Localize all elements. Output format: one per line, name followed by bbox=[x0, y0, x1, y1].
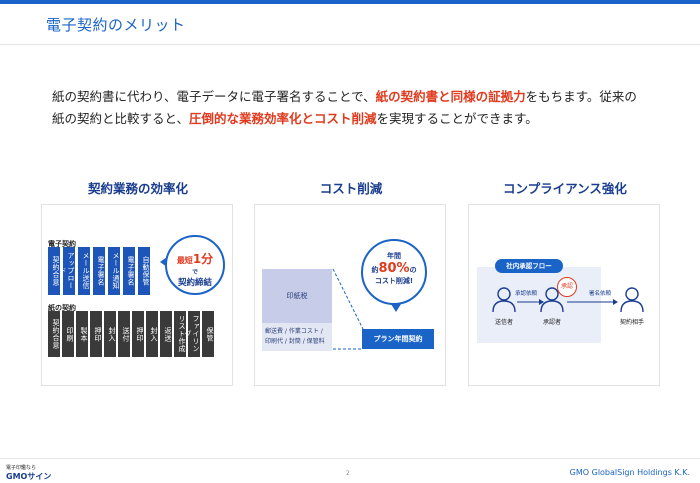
lead-text-2: をもちます。従来の bbox=[525, 89, 637, 104]
lead-text-4: を実現することができます。 bbox=[376, 111, 538, 126]
paper-step-tag: 封入 bbox=[104, 311, 116, 357]
column-title-efficiency: 契約業務の効率化 bbox=[87, 181, 188, 196]
annual-plan-bar: プラン年間契約 bbox=[362, 329, 434, 349]
lead-highlight-2: 圧倒的な業務効率化とコスト削減 bbox=[189, 111, 377, 126]
bubble-contract-signed: 契約締結 bbox=[177, 278, 212, 288]
sender-label: 送信者 bbox=[494, 319, 513, 326]
column-title-compliance: コンプライアンス強化 bbox=[503, 181, 627, 196]
internal-approval-flow-label: 社内承認フロー bbox=[495, 259, 563, 273]
top-accent-bar bbox=[0, 0, 700, 4]
other-costs-line-2: 印刷代 / 封筒 / 保管料 bbox=[265, 338, 325, 345]
paper-step-tag: 送付 bbox=[118, 311, 130, 357]
page-title-area: 電子契約のメリット bbox=[38, 14, 186, 35]
column-title-cost: コスト削減 bbox=[319, 181, 383, 196]
paper-step-tag: 押印 bbox=[132, 311, 144, 357]
bubble-annual: 年間 bbox=[387, 252, 401, 260]
signature-request-label: 署名依頼 bbox=[589, 291, 612, 297]
gmo-sign-logo: GMOサイン bbox=[6, 472, 52, 481]
lead-paragraph: 紙の契約書に代わり、電子データに電子署名することで、紙の契約書と同様の証拠力をも… bbox=[52, 86, 662, 130]
bubble-80-percent: 80% bbox=[378, 261, 410, 276]
logo-tagline: 電子印鑑なら bbox=[6, 465, 37, 471]
paper-step-tag: 押印 bbox=[90, 311, 102, 357]
electronic-step-tag: アップロード bbox=[59, 247, 75, 295]
stamp-tax-box: 印紙税 bbox=[262, 269, 332, 323]
other-costs-box: 郵送費 / 作業コスト / 印刷代 / 封筒 / 保管料 bbox=[262, 323, 332, 351]
electronic-step-tag: 電子署名 bbox=[93, 247, 105, 295]
paper-step-tag: 封入 bbox=[146, 311, 158, 357]
title-divider bbox=[0, 44, 700, 45]
paper-step-tag: 保管 bbox=[202, 311, 214, 357]
bubble-tail bbox=[391, 304, 401, 312]
sender-person-icon bbox=[492, 287, 516, 313]
cost-card: 印紙税 郵送費 / 作業コスト / 印刷代 / 封筒 / 保管料 プラン年間契約… bbox=[254, 204, 446, 386]
approval-stamp-icon: 承認 bbox=[557, 277, 577, 297]
counterparty-label: 契約相手 bbox=[619, 319, 644, 326]
approval-request-label: 承認依頼 bbox=[515, 291, 538, 297]
compliance-card: 社内承認フロー 承認依頼 署名依頼 承認 送信者 承認者 契約相手 bbox=[468, 204, 660, 386]
bubble-1min: 1分 bbox=[192, 252, 214, 266]
electronic-step-tag: 電子署名 bbox=[123, 247, 135, 295]
cost-reduction-bubble: 年間 約80%の コスト削減! bbox=[361, 239, 427, 305]
paper-step-tag: ファイリング bbox=[184, 311, 200, 357]
bubble-shortest: 最短 bbox=[176, 256, 193, 265]
shortest-1min-bubble: 最短1分 で 契約締結 bbox=[165, 235, 225, 295]
paper-step-tag: 製本 bbox=[76, 311, 88, 357]
company-name: GMO GlobalSign Holdings K.K. bbox=[569, 468, 690, 477]
lead-highlight-1: 紙の契約書と同様の証拠力 bbox=[375, 89, 526, 104]
lead-text-1: 紙の契約書に代わり、電子データに電子署名することで、 bbox=[52, 89, 376, 104]
approver-label: 承認者 bbox=[542, 319, 561, 326]
bubble-de: で bbox=[191, 269, 198, 276]
flow-arrows bbox=[517, 299, 618, 305]
other-costs-line-1: 郵送費 / 作業コスト / bbox=[265, 328, 323, 335]
electronic-step-tag: 自動保管 bbox=[138, 247, 150, 295]
paper-step-tag: 返送 bbox=[160, 311, 172, 357]
paper-step-tag: 印刷 bbox=[62, 311, 74, 357]
bubble-cost-reduction: コスト削減! bbox=[374, 277, 414, 285]
efficiency-card: 電子契約 契約合意 アップロード メール送信 電子署名 メール通知 電子署名 自動保管 紙の… bbox=[41, 204, 233, 386]
bubble-no: の bbox=[409, 266, 417, 274]
footer-divider bbox=[0, 458, 700, 459]
electronic-step-tag: メール送信 bbox=[78, 247, 90, 295]
page-number: 2 bbox=[346, 470, 350, 477]
page-title: 電子契約のメリット bbox=[46, 16, 186, 34]
lead-text-3: 紙の契約と比較すると、 bbox=[52, 111, 190, 126]
paper-step-tag: 契約合意 bbox=[48, 311, 60, 357]
electronic-step-tag: メール通知 bbox=[108, 247, 120, 295]
